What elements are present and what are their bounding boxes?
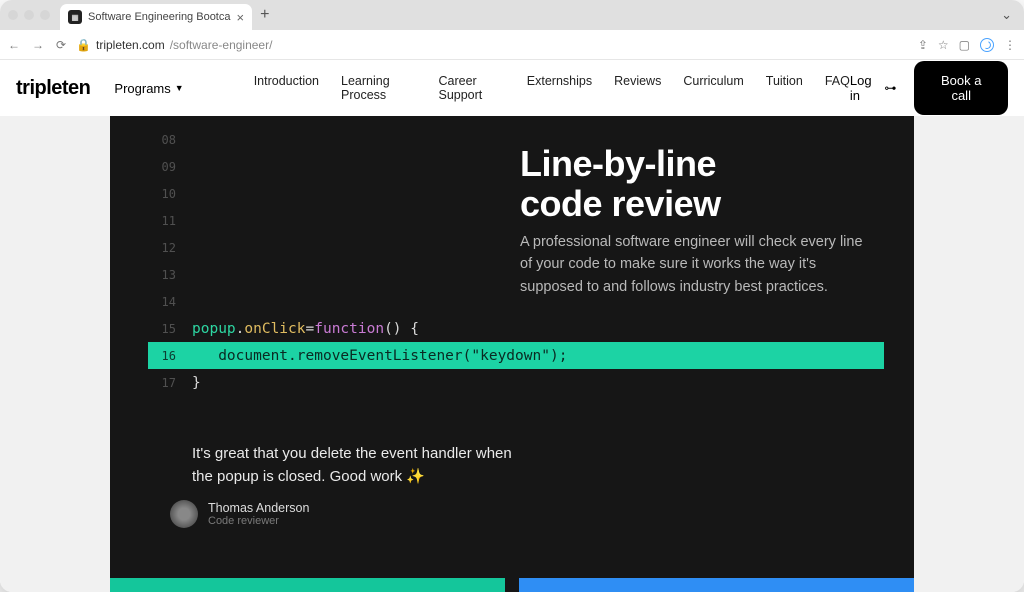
author-name: Thomas Anderson xyxy=(208,501,309,515)
tab-title: Software Engineering Bootca xyxy=(88,11,230,23)
overflow-icon[interactable]: ⋮ xyxy=(1004,38,1016,52)
address-bar[interactable]: 🔒 tripleten.com/software-engineer/ xyxy=(76,38,908,52)
avatar xyxy=(170,500,198,528)
main-nav: Introduction Learning Process Career Sup… xyxy=(254,74,850,102)
url-path: /software-engineer/ xyxy=(170,38,273,52)
url-bar: ← → ⟳ 🔒 tripleten.com/software-engineer/… xyxy=(0,30,1024,60)
code-line-15: 15 popup.onClick = function () { xyxy=(148,315,884,342)
hero-card: Line-by-line code review A professional … xyxy=(110,116,914,592)
nav-career-support[interactable]: Career Support xyxy=(438,74,504,102)
traffic-light-close[interactable] xyxy=(8,10,18,20)
book-call-button[interactable]: Book a call xyxy=(914,61,1008,115)
key-icon: ⊶ xyxy=(884,81,896,95)
reload-icon[interactable]: ⟳ xyxy=(56,38,66,52)
code-line-17: 17 } xyxy=(148,369,884,396)
programs-label: Programs xyxy=(114,81,170,96)
ribbon-blue xyxy=(519,578,914,592)
line-number: 17 xyxy=(148,376,176,390)
login-link[interactable]: Log in ⊶ xyxy=(850,73,897,103)
browser-tab[interactable]: ▦ Software Engineering Bootca × xyxy=(60,4,252,30)
line-number: 13 xyxy=(148,268,176,282)
new-tab-button[interactable]: + xyxy=(260,6,269,24)
share-icon[interactable]: ⇪ xyxy=(918,38,928,52)
nav-reviews[interactable]: Reviews xyxy=(614,74,661,102)
code-line-16-highlighted: 16 document.removeEventListener("keydown… xyxy=(148,342,884,369)
nav-tuition[interactable]: Tuition xyxy=(766,74,803,102)
site-header: tripleten Programs ▼ Introduction Learni… xyxy=(0,60,1024,116)
nav-introduction[interactable]: Introduction xyxy=(254,74,319,102)
forward-icon[interactable]: → xyxy=(32,38,44,52)
line-number: 15 xyxy=(148,322,176,336)
traffic-light-min[interactable] xyxy=(24,10,34,20)
back-icon[interactable]: ← xyxy=(8,38,20,52)
programs-menu[interactable]: Programs ▼ xyxy=(114,81,183,96)
browser-window: ▦ Software Engineering Bootca × + ⌄ ← → … xyxy=(0,0,1024,592)
tab-strip: ▦ Software Engineering Bootca × + ⌄ xyxy=(0,0,1024,30)
nav-learning-process[interactable]: Learning Process xyxy=(341,74,416,102)
favicon-icon: ▦ xyxy=(68,10,82,24)
line-number: 12 xyxy=(148,241,176,255)
line-number: 10 xyxy=(148,187,176,201)
review-author: Thomas Anderson Code reviewer xyxy=(170,500,309,528)
line-number: 14 xyxy=(148,295,176,309)
star-icon[interactable]: ☆ xyxy=(938,38,949,52)
page-content: tripleten Programs ▼ Introduction Learni… xyxy=(0,60,1024,592)
caret-down-icon: ▼ xyxy=(175,83,184,93)
ribbon-teal xyxy=(110,578,505,592)
chevron-down-icon[interactable]: ⌄ xyxy=(1001,7,1012,23)
brand-logo[interactable]: tripleten xyxy=(16,77,90,100)
code-block: 08 09 10 11 12 13 14 15 popup.onClick = … xyxy=(148,126,884,396)
line-number: 08 xyxy=(148,133,176,147)
traffic-light-max[interactable] xyxy=(40,10,50,20)
extensions-icon[interactable]: ▢ xyxy=(959,38,970,52)
nav-curriculum[interactable]: Curriculum xyxy=(683,74,743,102)
author-role: Code reviewer xyxy=(208,515,309,527)
line-number: 11 xyxy=(148,214,176,228)
nav-faq[interactable]: FAQ xyxy=(825,74,850,102)
nav-externships[interactable]: Externships xyxy=(527,74,592,102)
review-comment: It's great that you delete the event han… xyxy=(192,442,512,489)
window-controls[interactable] xyxy=(8,10,50,20)
lock-icon: 🔒 xyxy=(76,38,91,52)
line-number: 16 xyxy=(148,349,176,363)
bottom-ribbons xyxy=(110,578,914,592)
close-icon[interactable]: × xyxy=(236,10,244,25)
line-number: 09 xyxy=(148,160,176,174)
extension-circle-icon[interactable] xyxy=(980,38,994,52)
url-domain: tripleten.com xyxy=(96,38,165,52)
login-label: Log in xyxy=(850,73,881,103)
